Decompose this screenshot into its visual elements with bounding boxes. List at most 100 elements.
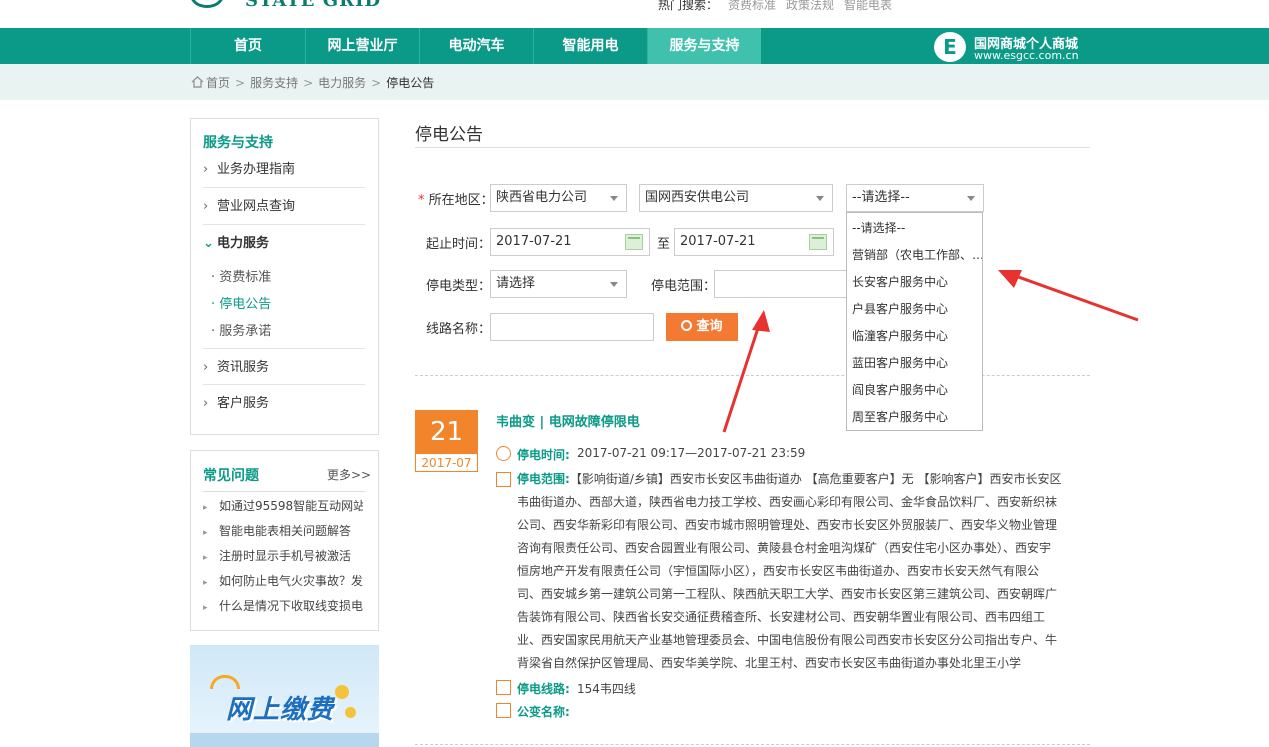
dropdown-option[interactable]: 临潼客户服务中心 — [852, 327, 982, 344]
sidebar-item-info[interactable]: › 资讯服务 — [203, 348, 365, 385]
clock-icon — [496, 446, 511, 461]
hot-link[interactable]: 智能电表 — [844, 0, 892, 12]
building-icon — [496, 472, 511, 487]
dropdown-option[interactable]: 蓝田客户服务中心 — [852, 354, 982, 371]
caret-down-icon — [610, 282, 618, 287]
dropdown-option[interactable]: 户县客户服务中心 — [852, 300, 982, 317]
sidebar-sub-outage[interactable]: · 停电公告 — [211, 293, 271, 312]
caret-down-icon — [967, 196, 975, 201]
dropdown-option[interactable]: --请选择-- — [852, 219, 982, 236]
mall-logo-icon: E — [934, 32, 966, 62]
district-dropdown-list: --请选择-- 营销部（农电工作部、… 长安客户服务中心 户县客户服务中心 临潼… — [846, 212, 983, 431]
nav-online-hall[interactable]: 网上营业厅 — [305, 28, 419, 64]
outage-line-value: 154韦四线 — [577, 682, 636, 696]
breadcrumb: 首页 > 服务支持 > 电力服务 > 停电公告 — [191, 74, 434, 91]
state-grid-logo-icon[interactable] — [190, 0, 224, 8]
line-name-input[interactable] — [490, 313, 654, 341]
faq-item[interactable]: ▸ 注册时显示手机号被激活 — [203, 547, 363, 564]
line-name-label: 线路名称： — [426, 322, 492, 337]
faq-item[interactable]: ▸ 什么是情况下收取线变损电 — [203, 597, 363, 614]
rainbow-icon — [210, 675, 240, 689]
outage-scope-input[interactable] — [714, 270, 848, 298]
date-to-label: 至 — [657, 237, 671, 252]
triangle-right-icon: ▸ — [203, 553, 208, 563]
sidebar-item-label: 业务办理指南 — [217, 162, 296, 177]
sidebar-sub-promise[interactable]: · 服务承诺 — [211, 320, 271, 339]
faq-item[interactable]: ▸ 如何防止电气火灾事故？发 — [203, 572, 363, 589]
faq-box: 常见问题 更多>> ▸ 如通过95598智能互动网站 ▸ 智能电能表相关问题解答 ▸… — [190, 450, 379, 631]
sidebar-sub-tariff[interactable]: · 资费标准 — [211, 266, 271, 285]
sidebar-item-guide[interactable]: › 业务办理指南 — [203, 151, 365, 188]
notice-day: 21 — [416, 411, 477, 454]
outage-line-label: 停电线路: — [517, 682, 570, 696]
coin-icon — [345, 707, 356, 718]
title-divider — [415, 147, 1090, 148]
faq-more-link[interactable]: 更多>> — [327, 466, 371, 483]
outage-type-label: 停电类型： — [426, 279, 492, 294]
outage-time-value: 2017-07-21 09:17—2017-07-21 23:59 — [577, 446, 806, 460]
form-divider — [415, 375, 1090, 376]
faq-item[interactable]: ▸ 如通过95598智能互动网站 — [203, 497, 363, 514]
outage-scope-label: 停电范围： — [651, 279, 717, 294]
city-select[interactable]: 国网西安供电公司 — [639, 184, 833, 212]
dropdown-option[interactable]: 长安客户服务中心 — [852, 273, 982, 290]
start-date-input[interactable]: 2017-07-21 — [490, 228, 650, 256]
nav-home[interactable]: 首页 — [190, 28, 305, 64]
district-select[interactable]: --请选择-- — [846, 184, 984, 212]
state-grid-logo-text[interactable]: STATE GRID — [245, 0, 381, 11]
sidebar-item-label: 电力服务 — [217, 236, 270, 251]
annotation-arrow-dropdown — [998, 270, 1139, 322]
outage-scope-label: 停电范围: — [517, 472, 570, 486]
caret-down-icon — [610, 196, 618, 201]
breadcrumb-separator: > — [371, 76, 382, 90]
chevron-right-icon: › — [203, 199, 209, 214]
sidebar-title: 服务与支持 — [203, 135, 273, 151]
breadcrumb-bar: 首页 > 服务支持 > 电力服务 > 停电公告 — [0, 64, 1269, 100]
nav-smart-power[interactable]: 智能用电 — [533, 28, 647, 64]
breadcrumb-service[interactable]: 服务支持 — [250, 76, 298, 90]
online-payment-banner[interactable]: 网上缴费 — [190, 645, 379, 747]
dropdown-option[interactable]: 营销部（农电工作部、… — [852, 246, 982, 263]
end-date-input[interactable]: 2017-07-21 — [674, 228, 834, 256]
breadcrumb-home[interactable]: 首页 — [206, 76, 230, 90]
breadcrumb-power[interactable]: 电力服务 — [318, 76, 366, 90]
sidebar-item-customer[interactable]: › 客户服务 — [203, 385, 365, 422]
hot-link[interactable]: 政策法规 — [786, 0, 834, 12]
outage-scope-value: 【影响街道/乡镇】西安市长安区韦曲街道办 【高危重要客户】无 【影响客户】西安市… — [517, 472, 1062, 670]
dropdown-option[interactable]: 周至客户服务中心 — [852, 408, 982, 425]
transformer-label: 公变名称: — [517, 705, 570, 719]
monitor-icon — [496, 703, 511, 718]
faq-item[interactable]: ▸ 智能电能表相关问题解答 — [203, 522, 363, 539]
triangle-right-icon: ▸ — [203, 528, 208, 538]
hot-link[interactable]: 资费标准 — [728, 0, 776, 12]
sidebar-item-label: 客户服务 — [217, 396, 270, 411]
province-select[interactable]: 陕西省电力公司 — [490, 184, 627, 212]
search-icon — [681, 320, 693, 331]
nav-service-support[interactable]: 服务与支持 — [647, 28, 761, 64]
search-button[interactable]: 查询 — [666, 313, 738, 341]
sidebar-item-label: 资讯服务 — [217, 360, 270, 375]
dropdown-option[interactable]: 阎良客户服务中心 — [852, 381, 982, 398]
sidebar-item-label: 营业网点查询 — [217, 199, 296, 214]
breadcrumb-separator: > — [303, 76, 314, 90]
chevron-right-icon: › — [203, 360, 209, 375]
chevron-down-icon: ⌄ — [203, 236, 214, 251]
calendar-icon[interactable] — [809, 234, 827, 250]
triangle-right-icon: ▸ — [203, 503, 208, 513]
sidebar-item-outlets[interactable]: › 营业网点查询 — [203, 188, 365, 225]
faq-title: 常见问题 — [203, 468, 259, 484]
date-range-label: 起止时间： — [426, 237, 492, 252]
line-icon — [496, 680, 511, 695]
page-title: 停电公告 — [415, 125, 483, 145]
breadcrumb-current: 停电公告 — [386, 76, 435, 90]
city-skyline — [190, 733, 379, 747]
sidebar-item-power-service[interactable]: ⌄ 电力服务 — [203, 225, 365, 262]
triangle-right-icon: ▸ — [203, 578, 208, 588]
notice-title[interactable]: 韦曲变 | 电网故障停限电 — [496, 411, 640, 430]
outage-type-select[interactable]: 请选择 — [490, 270, 627, 298]
notice-divider — [415, 744, 1090, 745]
hot-search-label: 热门搜索： — [658, 0, 719, 12]
outage-scope: 停电范围:【影响街道/乡镇】西安市长安区韦曲街道办 【高危重要客户】无 【影响客… — [517, 468, 1062, 675]
calendar-icon[interactable] — [625, 234, 643, 250]
nav-ev[interactable]: 电动汽车 — [419, 28, 533, 64]
